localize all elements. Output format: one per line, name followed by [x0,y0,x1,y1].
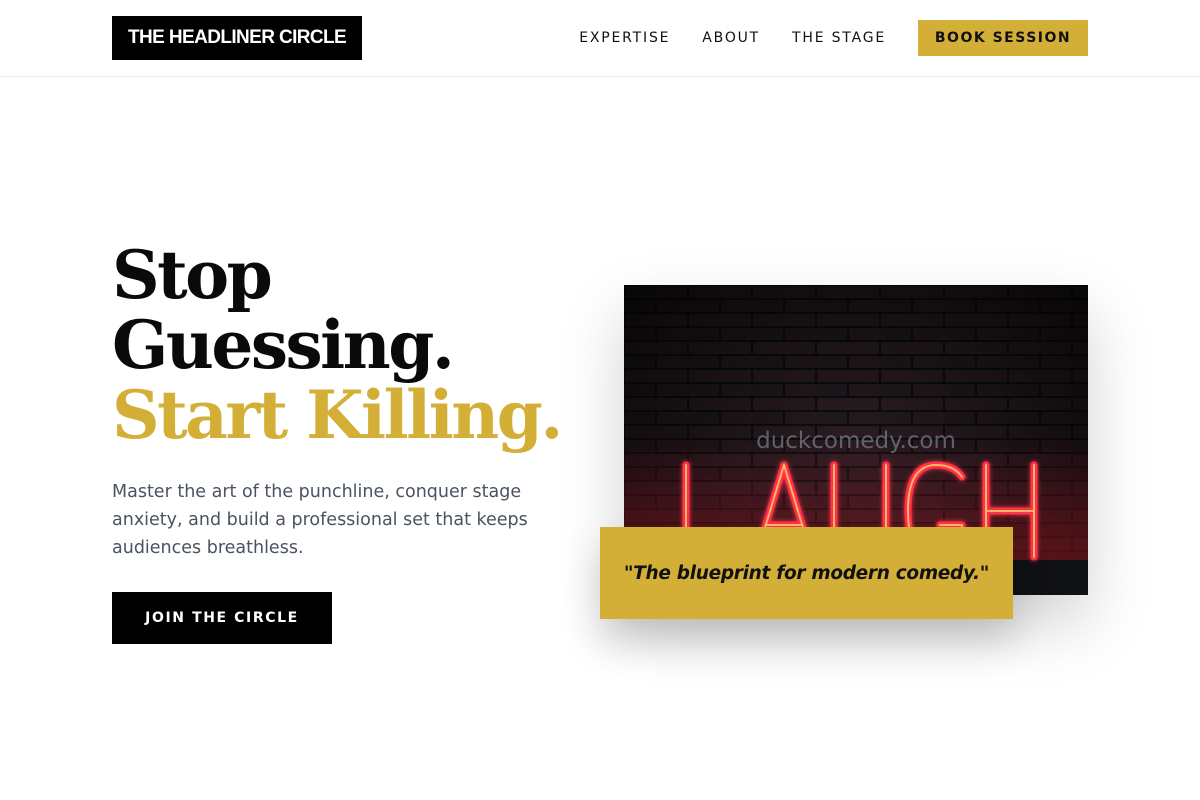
image-watermark: duckcomedy.com [756,428,956,454]
hero-description: Master the art of the punchline, conquer… [112,482,528,558]
main-nav: EXPERTISE ABOUT THE STAGE BOOK SESSION [579,20,1088,56]
book-session-button[interactable]: BOOK SESSION [918,20,1088,56]
hero-headline: Stop Guessing. Start Killing. [112,236,563,454]
nav-link-about[interactable]: ABOUT [702,30,760,46]
headline-line-1: Stop [112,236,273,314]
headline-line-3: Start Killing. [112,376,563,454]
quote-card: "The blueprint for modern comedy." [600,527,1013,619]
site-header: THE HEADLINER CIRCLE EXPERTISE ABOUT THE… [0,0,1200,77]
headline-line-2: Guessing. [112,306,455,384]
join-the-circle-button[interactable]: JOIN THE CIRCLE [112,592,332,644]
nav-link-expertise[interactable]: EXPERTISE [579,30,670,46]
quote-text: "The blueprint for modern comedy." [623,562,990,584]
nav-link-the-stage[interactable]: THE STAGE [792,30,886,46]
logo[interactable]: THE HEADLINER CIRCLE [112,16,363,60]
